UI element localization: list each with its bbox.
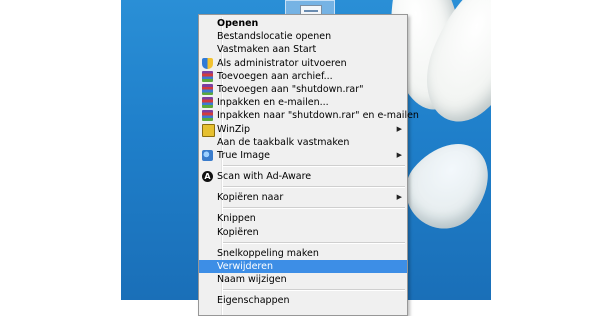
menu-item-run-admin[interactable]: Als administrator uitvoeren [199,57,407,70]
menu-item-label: Kopiëren naar [217,192,284,204]
menu-item-label: Naam wijzigen [217,274,287,286]
menu-item-copy-to[interactable]: Kopiëren naar ▶ [199,191,407,204]
menu-item-label: Kopiëren [217,226,259,238]
context-menu: Openen Bestandslocatie openen Vastmaken aa… [198,14,419,316]
menu-item-label: Scan with Ad-Aware [217,171,312,183]
menu-item-scan-adaware[interactable]: A Scan with Ad-Aware [199,170,407,183]
menu-item-label: Inpakken naar "shutdown.rar" en e-mailen [217,110,419,122]
shield-icon [202,57,213,69]
menu-item-winzip[interactable]: WinZip ▶ [199,123,407,137]
menu-item-open[interactable]: Openen [199,17,407,30]
menu-item-label: Aan de taakbalk vastmaken [217,136,350,148]
submenu-arrow-icon: ▶ [396,124,402,133]
submenu-arrow-icon: ▶ [396,150,402,159]
menu-item-add-rar[interactable]: Toevoegen aan "shutdown.rar" [199,83,407,96]
menu-item-delete[interactable]: Verwijderen [199,260,407,274]
menu-item-open-location[interactable]: Bestandslocatie openen [199,30,407,43]
menu-item-pin-start[interactable]: Vastmaken aan Start [199,43,407,56]
menu-item-label: WinZip [217,123,251,135]
menu-item-label: Inpakken en e-mailen... [217,97,329,109]
menu-item-label: Openen [217,18,259,29]
menu-item-copy[interactable]: Kopiëren [199,226,407,239]
menu-separator [223,186,405,189]
menu-item-properties[interactable]: Eigenschappen [199,294,407,307]
menu-item-pack-rar-email[interactable]: Inpakken naar "shutdown.rar" en e-mailen [199,109,419,122]
winrar-icon [202,70,213,82]
menu-item-label: Verwijderen [217,261,273,272]
menu-item-rename[interactable]: Naam wijzigen [199,273,407,286]
winzip-icon [202,123,215,137]
winrar-icon [202,97,213,109]
menu-item-true-image[interactable]: True Image ▶ [199,149,407,162]
menu-item-label: Toevoegen aan archief... [217,70,333,82]
menu-separator [223,165,405,168]
menu-item-add-archive[interactable]: Toevoegen aan archief... [199,70,407,83]
menu-item-pack-email[interactable]: Inpakken en e-mailen... [199,96,407,109]
menu-item-label: True Image [217,149,270,161]
menu-item-create-shortcut[interactable]: Snelkoppeling maken [199,247,407,260]
menu-item-label: Knippen [217,213,256,225]
menu-item-cut[interactable]: Knippen [199,212,407,225]
menu-item-label: Eigenschappen [217,295,290,307]
menu-separator [223,207,405,210]
winrar-icon [202,110,213,122]
true-image-icon [202,149,213,161]
submenu-arrow-icon: ▶ [396,193,402,202]
menu-item-label: Snelkoppeling maken [217,247,319,259]
menu-item-label: Vastmaken aan Start [217,44,317,56]
menu-separator [223,241,405,244]
menu-item-label: Bestandslocatie openen [217,31,332,43]
menu-item-label: Toevoegen aan "shutdown.rar" [217,83,364,95]
menu-item-label: Als administrator uitvoeren [217,57,347,69]
adaware-icon: A [202,171,213,183]
menu-item-pin-taskbar[interactable]: Aan de taakbalk vastmaken [199,136,407,149]
winrar-icon [202,83,213,95]
menu-separator [223,289,405,292]
